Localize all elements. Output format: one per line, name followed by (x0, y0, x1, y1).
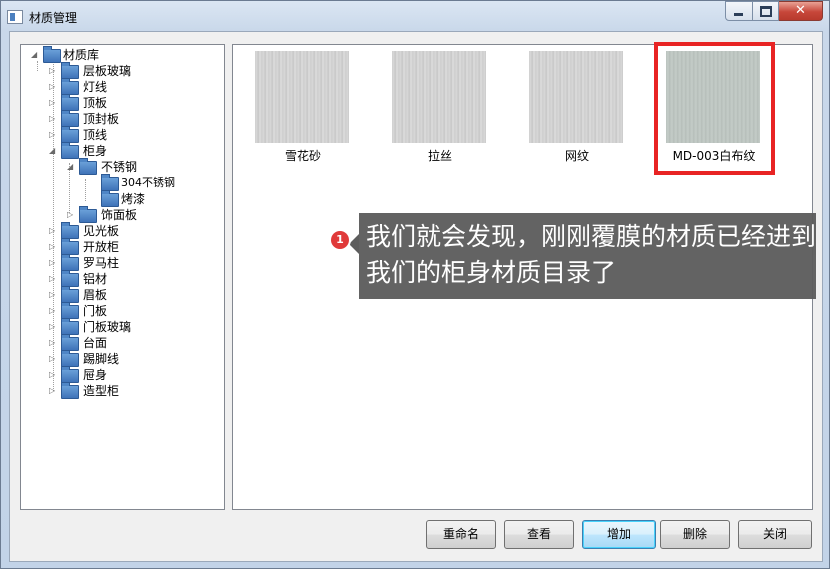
delete-button[interactable]: 删除 (660, 520, 730, 549)
expand-icon[interactable]: ▷ (49, 367, 58, 383)
folder-icon (61, 302, 79, 319)
expand-icon[interactable]: ▷ (49, 303, 58, 319)
expand-icon[interactable]: ▷ (49, 95, 58, 111)
expand-icon[interactable]: ▷ (49, 127, 58, 143)
tree-node-label: 灯线 (83, 80, 108, 94)
view-button[interactable]: 查看 (504, 520, 574, 549)
callout-box: 我们就会发现，刚刚覆膜的材质已经进到我们的柜身材质目录了 (359, 213, 816, 299)
material-label: 拉丝 (427, 149, 452, 163)
expand-icon[interactable]: ▷ (49, 335, 58, 351)
title-bar: 材质管理 ✕ (1, 1, 829, 31)
material-label: 雪花砂 (284, 149, 321, 163)
folder-icon (79, 158, 97, 175)
folder-icon (61, 254, 79, 271)
tree-node-label: 台面 (83, 336, 108, 350)
tree-node-label: 304不锈钢 (121, 176, 175, 189)
tree-node-label: 顶板 (83, 96, 108, 110)
client-area: ◢ 材质库 ▷ 层板玻璃 ▷ 灯线 ▷ 顶板 ▷ 顶封板 ▷ 顶线 ◢ 柜身 ◢… (9, 31, 823, 562)
add-button[interactable]: 增加 (582, 520, 656, 549)
expand-icon[interactable]: ▷ (49, 223, 58, 239)
material-swatch (255, 51, 349, 143)
tree-node-label: 铝材 (83, 272, 108, 286)
tree-node-label: 屉身 (83, 368, 108, 382)
collapse-icon[interactable]: ◢ (49, 143, 58, 159)
folder-icon (61, 366, 79, 383)
material-tile[interactable]: 网纹 (529, 51, 625, 164)
window-controls: ✕ (725, 1, 823, 21)
material-tile[interactable]: 拉丝 (392, 51, 488, 164)
app-icon (7, 10, 23, 24)
rename-button[interactable]: 重命名 (426, 520, 496, 549)
folder-icon (61, 222, 79, 239)
collapse-icon[interactable]: ◢ (67, 159, 76, 175)
highlight-box (654, 42, 775, 175)
tree-node-label: 层板玻璃 (83, 64, 132, 78)
folder-icon (61, 318, 79, 335)
material-tree[interactable]: ◢ 材质库 ▷ 层板玻璃 ▷ 灯线 ▷ 顶板 ▷ 顶封板 ▷ 顶线 ◢ 柜身 ◢… (20, 44, 225, 510)
folder-icon (101, 190, 119, 207)
expand-icon[interactable]: ▷ (49, 383, 58, 399)
tree-node-label: 饰面板 (101, 208, 138, 222)
folder-icon (79, 206, 97, 223)
tree-node-label: 眉板 (83, 288, 108, 302)
expand-icon[interactable]: ▷ (49, 351, 58, 367)
step-badge: 1 (331, 231, 349, 249)
tree-node-label: 顶封板 (83, 112, 120, 126)
tree-node-label: 不锈钢 (101, 160, 138, 174)
material-swatch (392, 51, 486, 143)
tree-node-label: 踢脚线 (83, 352, 120, 366)
folder-icon (61, 62, 79, 79)
folder-icon (61, 94, 79, 111)
expand-icon[interactable]: ▷ (49, 287, 58, 303)
folder-icon (61, 350, 79, 367)
material-swatch (529, 51, 623, 143)
material-tile[interactable]: 雪花砂 (255, 51, 351, 164)
callout-text: 我们就会发现，刚刚覆膜的材质已经进到我们的柜身材质目录了 (366, 222, 817, 287)
window-title: 材质管理 (29, 11, 78, 25)
folder-icon (61, 238, 79, 255)
tree-node-label: 顶线 (83, 128, 108, 142)
tree-node-label: 材质库 (63, 48, 100, 62)
tree-node-label: 造型柜 (83, 384, 120, 398)
tree-node-label: 门板玻璃 (83, 320, 132, 334)
close-icon: ✕ (795, 3, 806, 18)
expand-icon[interactable]: ▷ (49, 319, 58, 335)
collapse-icon[interactable]: ◢ (31, 47, 40, 63)
tree-node-label: 见光板 (83, 224, 120, 238)
expand-icon[interactable]: ▷ (49, 255, 58, 271)
expand-icon[interactable]: ▷ (67, 207, 76, 223)
tree-node-label: 罗马柱 (83, 256, 120, 270)
folder-icon (61, 286, 79, 303)
folder-icon (61, 110, 79, 127)
material-grid: 雪花砂 拉丝 网纹 MD-003白布纹 我们就会发现，刚刚覆膜的材质已经进到我们… (232, 42, 816, 510)
tree-node-label: 柜身 (83, 144, 108, 158)
tree-node-label: 烤漆 (121, 192, 146, 206)
folder-icon (61, 142, 79, 159)
expand-icon[interactable]: ▷ (49, 239, 58, 255)
callout-pointer (349, 234, 359, 254)
folder-icon (43, 46, 61, 63)
tree-node-label: 门板 (83, 304, 108, 318)
maximize-button[interactable] (753, 1, 779, 21)
folder-icon (61, 334, 79, 351)
folder-icon (101, 174, 119, 191)
expand-icon[interactable]: ▷ (49, 79, 58, 95)
folder-icon (61, 270, 79, 287)
expand-icon[interactable]: ▷ (49, 111, 58, 127)
tree-node-label: 开放柜 (83, 240, 120, 254)
folder-icon (61, 78, 79, 95)
close-window-button[interactable]: ✕ (779, 1, 823, 21)
expand-icon[interactable]: ▷ (49, 63, 58, 79)
expand-icon[interactable]: ▷ (49, 271, 58, 287)
folder-icon (61, 382, 79, 399)
minimize-button[interactable] (725, 1, 753, 21)
folder-icon (61, 126, 79, 143)
material-label: 网纹 (564, 149, 589, 163)
material-manager-window: 材质管理 ✕ ◢ 材质库 ▷ 层板玻璃 ▷ 灯线 ▷ 顶板 ▷ 顶封板 ▷ 顶线… (0, 0, 830, 569)
close-button[interactable]: 关闭 (738, 520, 812, 549)
